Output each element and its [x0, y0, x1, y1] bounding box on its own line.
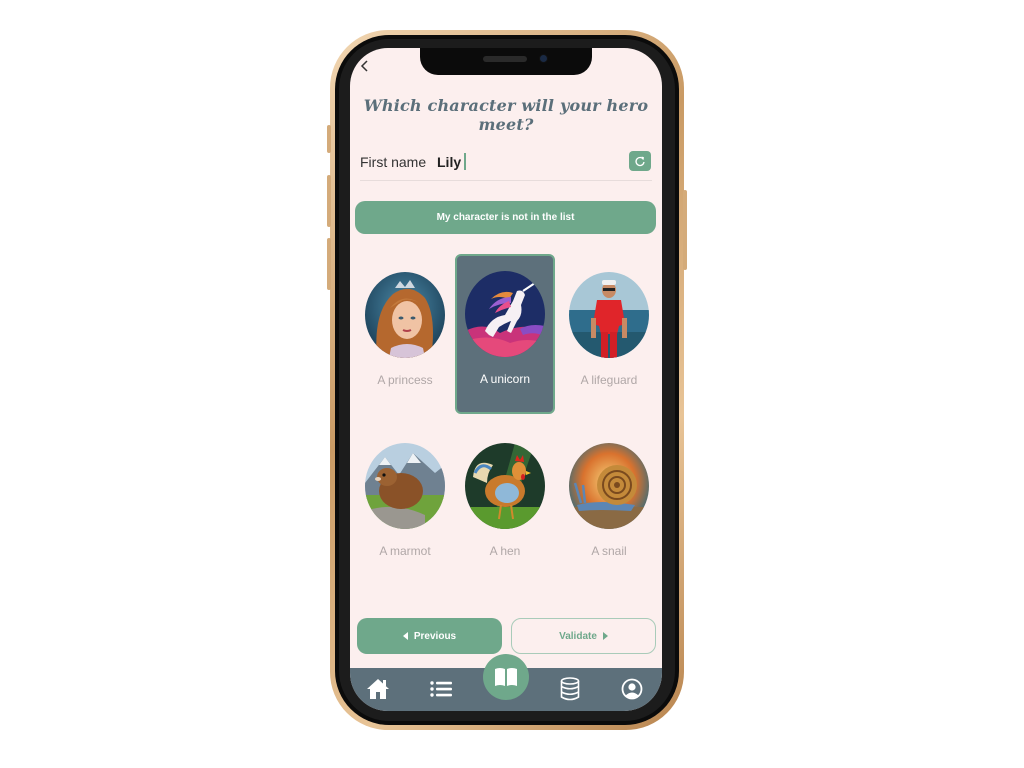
tab-profile[interactable]	[617, 674, 647, 704]
tab-home[interactable]	[363, 674, 393, 704]
first-name-label: First name	[360, 154, 427, 170]
unicorn-avatar	[465, 271, 545, 357]
validate-label: Validate	[559, 630, 597, 642]
character-label: A princess	[377, 373, 433, 387]
volume-up-button	[327, 175, 331, 227]
user-circle-icon	[621, 678, 643, 700]
previous-label: Previous	[413, 630, 457, 642]
refresh-icon	[635, 156, 645, 167]
caret-left-icon	[402, 632, 408, 640]
camera	[540, 55, 547, 62]
character-card-unicorn[interactable]: A unicorn	[455, 254, 555, 414]
previous-button[interactable]: Previous	[357, 618, 502, 654]
lifeguard-avatar	[569, 272, 649, 358]
princess-avatar	[365, 272, 445, 358]
character-label: A unicorn	[479, 372, 531, 386]
refresh-button[interactable]	[629, 151, 651, 171]
character-label: A lifeguard	[580, 373, 638, 387]
home-icon	[367, 679, 389, 699]
page-title: Which character will your hero meet?	[363, 96, 649, 134]
chevron-left-icon	[360, 60, 368, 72]
validate-button[interactable]: Validate	[511, 618, 656, 654]
tab-stories[interactable]	[483, 654, 529, 700]
marmot-avatar	[365, 443, 445, 529]
character-label: A snail	[591, 544, 627, 558]
character-card-lifeguard[interactable]: A lifeguard	[559, 255, 659, 415]
back-button[interactable]	[360, 58, 370, 76]
power-button	[683, 190, 687, 270]
character-label: A marmot	[379, 544, 431, 558]
caret-right-icon	[602, 632, 608, 640]
notch	[420, 48, 592, 75]
book-icon	[495, 668, 517, 686]
app-screen: Which character will your hero meet? Fir…	[350, 48, 662, 711]
mute-switch	[327, 125, 331, 153]
character-card-hen[interactable]: A hen	[455, 426, 555, 586]
character-card-marmot[interactable]: A marmot	[355, 426, 455, 586]
speaker	[483, 56, 527, 62]
tab-database[interactable]	[555, 674, 585, 704]
character-card-snail[interactable]: A snail	[559, 426, 659, 586]
text-caret	[464, 153, 466, 170]
list-icon	[430, 681, 452, 697]
tab-list[interactable]	[426, 674, 456, 704]
character-label: A hen	[489, 544, 521, 558]
database-icon	[560, 677, 580, 701]
first-name-row: First name	[360, 148, 652, 181]
snail-avatar	[569, 443, 649, 529]
volume-down-button	[327, 238, 331, 290]
character-card-princess[interactable]: A princess	[355, 255, 455, 415]
hen-avatar	[465, 443, 545, 529]
character-not-in-list-button[interactable]: My character is not in the list	[355, 201, 656, 234]
